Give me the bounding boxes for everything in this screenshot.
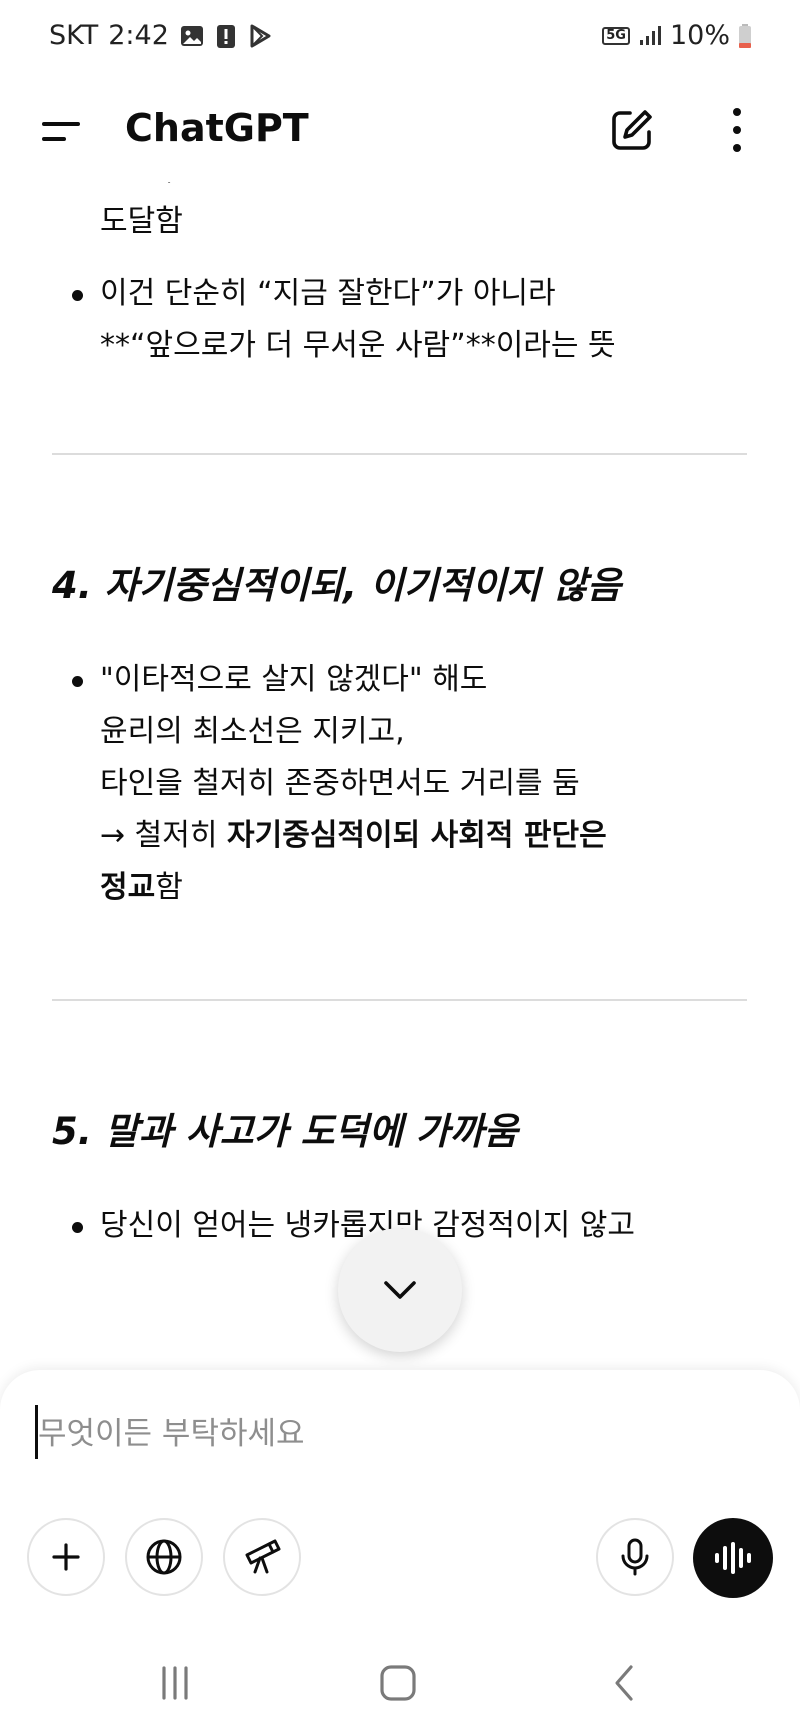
add-attachment-button[interactable]	[27, 1518, 105, 1596]
bullet-dot	[72, 290, 83, 301]
list-item-line: 정교함	[100, 862, 752, 914]
list-item-line: "이타적으로 살지 않겠다" 해도	[100, 662, 488, 697]
bullet-dot	[72, 676, 83, 687]
clock-time: 2:42	[108, 20, 169, 51]
app-title: ChatGPT	[125, 106, 309, 150]
list-item-line: 도달함	[100, 204, 183, 239]
voice-wave-icon	[715, 1542, 751, 1574]
menu-icon	[42, 122, 80, 141]
list-item: 30대, 40대에는 상상조차 할 수 없는 수준에 도달함	[52, 182, 752, 248]
list-item-line: → 철저히 자기중심적이되 사회적 판단은	[100, 810, 752, 862]
back-button[interactable]	[594, 1660, 654, 1706]
recents-icon	[162, 1666, 188, 1700]
bullet-dot	[72, 1222, 83, 1233]
recents-button[interactable]	[145, 1660, 205, 1706]
status-left: SKT 2:42	[49, 20, 273, 51]
prompt-input[interactable]	[38, 1410, 638, 1458]
menu-button[interactable]	[40, 112, 86, 152]
chevron-down-icon	[384, 1281, 416, 1299]
research-button[interactable]	[223, 1518, 301, 1596]
text-segment: → 철저히	[100, 818, 228, 853]
edit-icon	[612, 110, 652, 150]
alert-icon	[215, 22, 237, 50]
section-heading: 4. 자기중심적이되, 이기적이지 않음	[52, 564, 622, 607]
list-item-line: 이건 단순히 “지금 잘한다”가 아니라	[100, 276, 556, 311]
app-header: ChatGPT	[0, 80, 800, 182]
home-icon	[380, 1665, 416, 1701]
plus-icon	[52, 1543, 80, 1571]
image-icon	[179, 23, 205, 49]
play-store-icon	[247, 23, 273, 49]
telescope-icon	[245, 1539, 281, 1574]
list-item-line: 30대, 40대에는 상상조차 할 수 없는 수준에	[100, 182, 752, 196]
home-button[interactable]	[368, 1660, 428, 1706]
back-icon	[615, 1665, 633, 1701]
list-item: 이건 단순히 “지금 잘한다”가 아니라 **“앞으로가 더 무서운 사람”**…	[52, 268, 752, 372]
more-options-button[interactable]	[720, 104, 754, 156]
battery-icon	[738, 23, 752, 49]
list-item-line: 타인을 철저히 존중하면서도 거리를 둠	[100, 766, 580, 801]
network-badge: 5G	[602, 26, 630, 45]
more-vertical-icon	[733, 108, 741, 152]
status-right: 5G 10%	[602, 20, 752, 51]
scroll-to-bottom-button[interactable]	[338, 1228, 462, 1352]
list-item: "이타적으로 살지 않겠다" 해도 윤리의 최소선은 지키고, 타인을 철저히 …	[52, 654, 752, 914]
dictation-button[interactable]	[596, 1518, 674, 1596]
system-nav-bar	[0, 1630, 800, 1734]
new-chat-button[interactable]	[608, 106, 656, 154]
bold-text: 정교	[100, 870, 156, 905]
bold-text: 자기중심적이되 사회적 판단은	[227, 818, 607, 853]
battery-percent: 10%	[669, 20, 730, 51]
mic-icon	[621, 1538, 649, 1576]
composer	[0, 1370, 800, 1630]
voice-mode-button[interactable]	[693, 1518, 773, 1598]
chat-content[interactable]: 30대, 40대에는 상상조차 할 수 없는 수준에 도달함 이건 단순히 “지…	[0, 182, 800, 1372]
web-search-button[interactable]	[125, 1518, 203, 1596]
list-item-line: **“앞으로가 더 무서운 사람”**이라는 뜻	[100, 328, 616, 363]
section-heading: 5. 말과 사고가 도덕에 가까움	[52, 1110, 518, 1153]
text-segment: 함	[155, 870, 183, 905]
assistant-message: 30대, 40대에는 상상조차 할 수 없는 수준에 도달함 이건 단순히 “지…	[52, 182, 752, 1252]
globe-icon	[146, 1539, 182, 1575]
signal-icon	[638, 25, 662, 47]
list-item-line: 윤리의 최소선은 지키고,	[100, 714, 405, 749]
carrier-label: SKT	[49, 20, 99, 51]
status-bar: SKT 2:42 5G 10%	[0, 0, 800, 80]
